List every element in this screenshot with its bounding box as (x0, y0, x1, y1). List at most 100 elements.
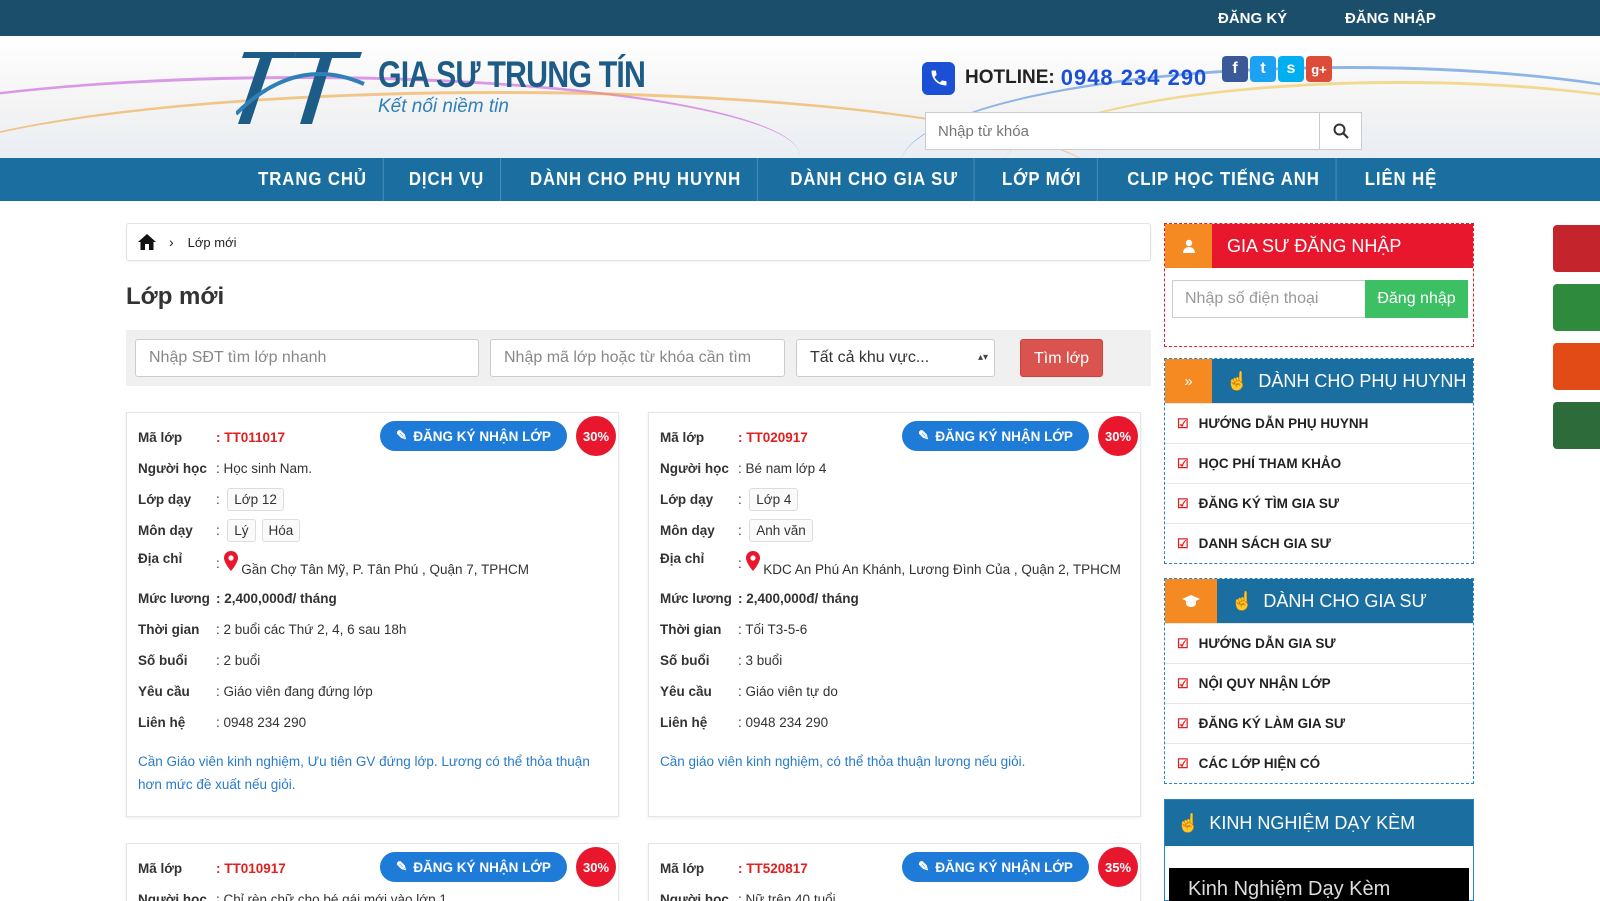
parents-menu-item[interactable]: ☑ DANH SÁCH GIA SƯ (1165, 523, 1473, 563)
breadcrumb-current: Lớp mới (187, 234, 237, 250)
student-value: : Học sinh Nam. (216, 460, 313, 476)
logo-icon[interactable] (236, 44, 366, 128)
phone-search-input[interactable]: Nhập SĐT tìm lớp nhanh (135, 339, 479, 377)
fee-badge: 30% (576, 847, 616, 887)
home-icon[interactable] (137, 233, 157, 251)
student-value: : Chỉ rèn chữ cho bé gái mới vào lớp 1 (216, 891, 447, 901)
search-input[interactable] (926, 113, 1319, 149)
label-salary: Mức lương (660, 590, 732, 606)
experience-title: KINH NGHIỆM DẠY KÈM (1209, 812, 1416, 833)
tutor-avatar-icon[interactable] (1553, 225, 1600, 272)
parents-menu-item[interactable]: ☑ ĐĂNG KÝ TÌM GIA SƯ (1165, 483, 1473, 523)
experience-video[interactable]: Kinh Nghiệm Dạy Kèm (1169, 868, 1469, 901)
tutor-login-box: GIA SƯ ĐĂNG NHẬP Nhập số điện thoại Đăng… (1164, 223, 1474, 347)
tutors-menu-item[interactable]: ☑ CÁC LỚP HIỆN CÓ (1165, 743, 1473, 783)
breadcrumb: › Lớp mới (126, 223, 1151, 261)
phone-number-input[interactable]: Nhập số điện thoại (1172, 280, 1365, 318)
register-class-button[interactable]: ✎ ĐĂNG KÝ NHẬN LỚP (902, 852, 1089, 882)
tutors-menu-item[interactable]: ☑ NỘI QUY NHẬN LỚP (1165, 663, 1473, 703)
site-header: GIA SƯ TRUNG TÍN Kết nối niềm tin HOTLIN… (0, 36, 1600, 158)
keyword-search-input[interactable]: Nhập mã lớp hoặc từ khóa cần tìm (490, 339, 785, 377)
map-pin-icon (745, 551, 760, 571)
sessions-value: : 3 buổi (738, 652, 783, 668)
tutors-menu-title: DÀNH CHO GIA SƯ (1263, 590, 1427, 611)
hotline[interactable]: HOTLINE: 0948 234 290 (922, 60, 1207, 96)
class-card: ✎ ĐĂNG KÝ NHẬN LỚP 30% Mã lớp: TT010917 N… (126, 843, 619, 901)
tutors-menu-item[interactable]: ☑ HƯỚNG DẪN GIA SƯ (1165, 623, 1473, 663)
register-class-button[interactable]: ✎ ĐĂNG KÝ NHẬN LỚP (380, 421, 567, 451)
hand-icon: ☝ (1231, 590, 1254, 611)
edit-icon: ✎ (918, 859, 930, 874)
search-button[interactable] (1319, 113, 1361, 149)
top-bar: ĐĂNG KÝ ĐĂNG NHẬP (0, 0, 1600, 36)
contact-value: : 0948 234 290 (738, 714, 829, 730)
parents-menu-title: DÀNH CHO PHỤ HUYNH (1258, 370, 1467, 391)
checkbox-icon: ☑ (1177, 495, 1189, 511)
twitter-icon[interactable]: t (1250, 56, 1276, 82)
label-subject: Môn dạy (660, 522, 715, 538)
parents-menu-item[interactable]: ☑ HỌC PHÍ THAM KHẢO (1165, 443, 1473, 483)
graduation-cap-icon (1165, 579, 1217, 623)
label-sessions: Số buổi (660, 652, 710, 668)
label-address: Địa chỉ (660, 551, 705, 566)
subject-tag: Hóa (261, 518, 301, 542)
search-icon (1333, 123, 1349, 139)
tutor-register-icon[interactable] (1553, 284, 1600, 331)
tutor-login-title: GIA SƯ ĐĂNG NHẬP (1212, 224, 1473, 268)
nav-item-contact[interactable]: LIÊN HỆ (1349, 158, 1453, 201)
select-arrows-icon: ▴▾ (977, 352, 988, 363)
class-code: : TT520817 (738, 860, 808, 876)
label-contact: Liên hệ (660, 714, 708, 730)
label-code: Mã lớp (138, 429, 183, 445)
label-grade: Lớp dạy (660, 491, 714, 507)
class-note[interactable]: Cần giáo viên kinh nghiệm, có thể thỏa t… (660, 750, 1120, 773)
class-note[interactable]: Cần Giáo viên kinh nghiệm, Ưu tiên GV đứ… (138, 750, 598, 796)
login-link[interactable]: ĐĂNG NHẬP (1345, 10, 1436, 27)
hand-icon: ☝ (1226, 370, 1249, 391)
class-card: ✎ ĐĂNG KÝ NHẬN LỚP 30% Mã lớp: TT020917 N… (648, 412, 1141, 817)
google-plus-icon[interactable]: g+ (1306, 56, 1332, 82)
grade-tag: Lớp 4 (749, 487, 799, 511)
grade-tag: Lớp 12 (227, 487, 284, 511)
class-card: ✎ ĐĂNG KÝ NHẬN LỚP 30% Mã lớp: TT011017 N… (126, 412, 619, 817)
brand-name: GIA SƯ TRUNG TÍN (378, 54, 646, 95)
contact-value: : 0948 234 290 (216, 714, 307, 730)
nav-item-tutors[interactable]: DÀNH CHO GIA SƯ (775, 158, 975, 201)
checkbox-icon: ☑ (1177, 455, 1189, 471)
requirement-value: : Giáo viên đang đứng lớp (216, 683, 373, 699)
salary-value: : 2,400,000đ/ tháng (216, 590, 337, 606)
login-button[interactable]: Đăng nhập (1365, 280, 1468, 318)
nav-item-services[interactable]: DỊCH VỤ (393, 158, 501, 201)
class-code: : TT020917 (738, 429, 808, 445)
nav-item-new-classes[interactable]: LỚP MỚI (987, 158, 1099, 201)
parents-menu-item[interactable]: ☑ HƯỚNG DẪN PHỤ HUYNH (1165, 403, 1473, 443)
edit-icon: ✎ (396, 428, 408, 443)
nav-item-home[interactable]: TRANG CHỦ (242, 158, 384, 201)
nav-item-english-clips[interactable]: CLIP HỌC TIẾNG ANH (1111, 158, 1337, 201)
nav-item-parents[interactable]: DÀNH CHO PHỤ HUYNH (514, 158, 758, 201)
phone-icon (922, 61, 955, 95)
class-code: : TT011017 (216, 429, 286, 445)
label-student: Người học (660, 891, 729, 901)
label-code: Mã lớp (660, 429, 705, 445)
class-code: : TT010917 (216, 860, 286, 876)
fee-coins-icon[interactable] (1553, 343, 1600, 390)
chalkboard-icon[interactable] (1553, 402, 1600, 449)
edit-icon: ✎ (918, 428, 930, 443)
tutors-menu-item[interactable]: ☑ ĐĂNG KÝ LÀM GIA SƯ (1165, 703, 1473, 743)
social-links: f t s g+ (1222, 56, 1332, 82)
label-time: Thời gian (138, 621, 200, 637)
find-class-button[interactable]: Tìm lớp (1020, 339, 1103, 377)
register-link[interactable]: ĐĂNG KÝ (1218, 10, 1287, 27)
register-class-button[interactable]: ✎ ĐĂNG KÝ NHẬN LỚP (902, 421, 1089, 451)
label-student: Người học (138, 460, 207, 476)
salary-value: : 2,400,000đ/ tháng (738, 590, 859, 606)
register-class-button[interactable]: ✎ ĐĂNG KÝ NHẬN LỚP (380, 852, 567, 882)
label-time: Thời gian (660, 621, 722, 637)
hotline-number[interactable]: 0948 234 290 (1061, 65, 1208, 91)
facebook-icon[interactable]: f (1222, 56, 1248, 82)
checkbox-icon: ☑ (1177, 755, 1189, 771)
area-select[interactable]: Tất cả khu vực... ▴▾ (796, 339, 995, 377)
label-requirement: Yêu cầu (660, 683, 712, 699)
skype-icon[interactable]: s (1278, 56, 1304, 82)
